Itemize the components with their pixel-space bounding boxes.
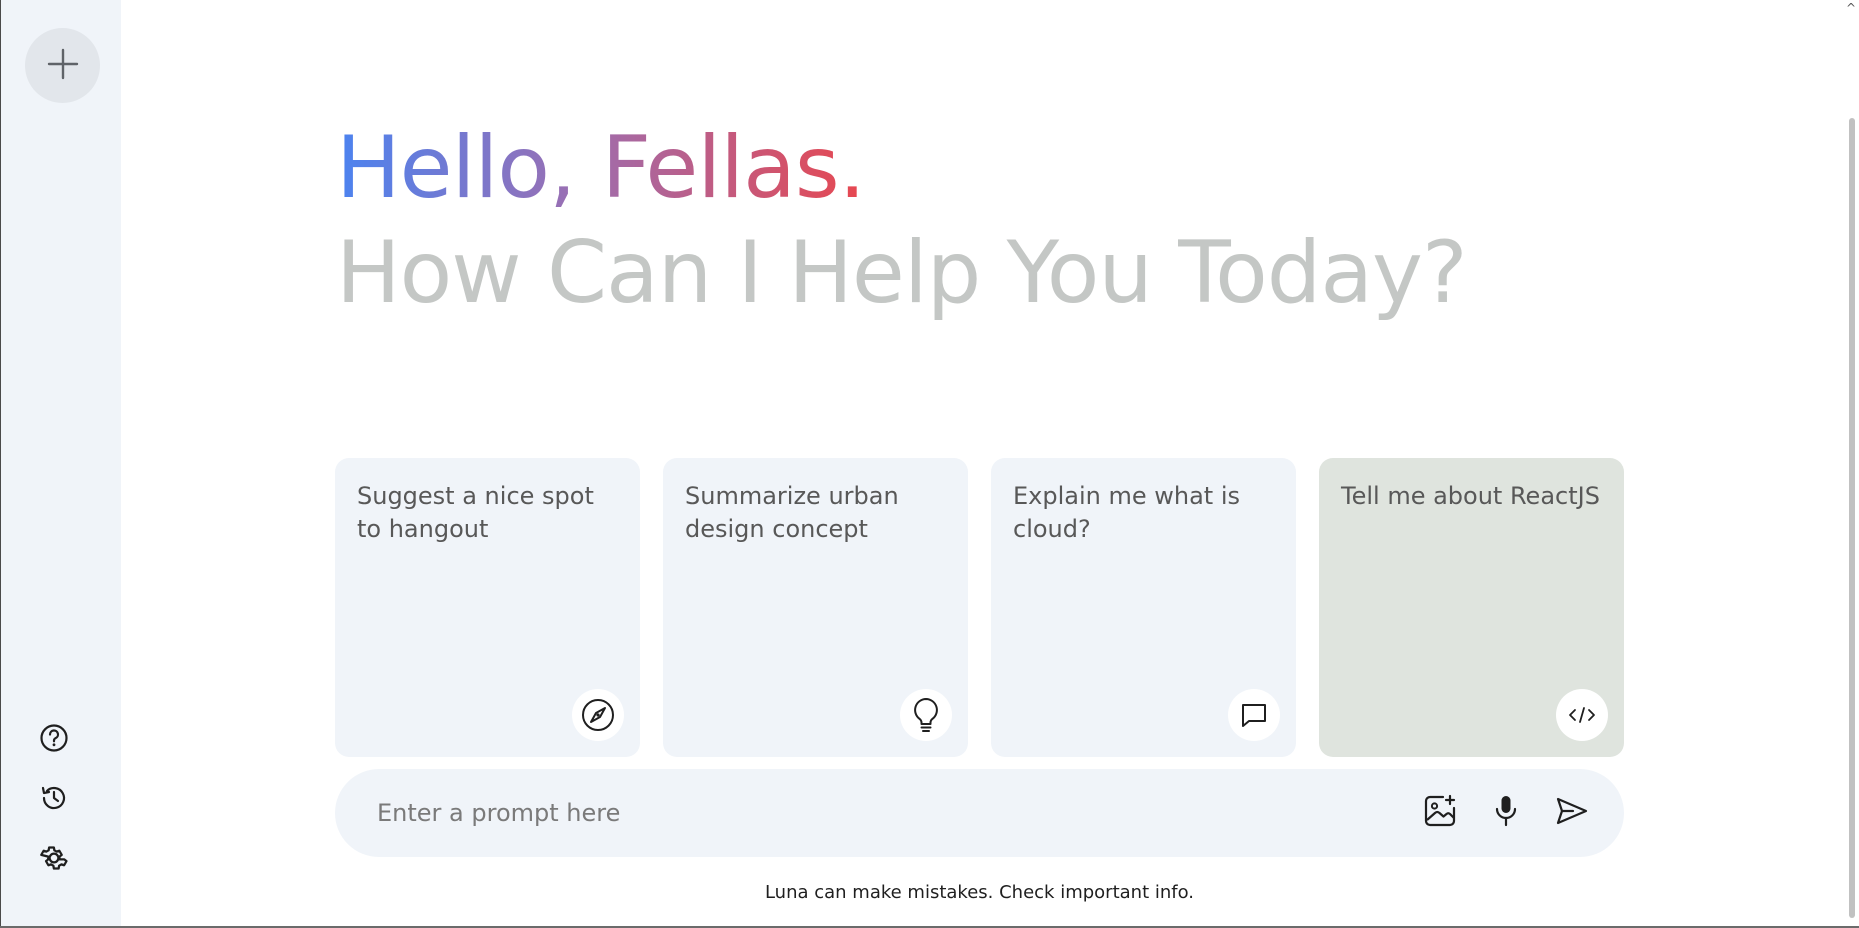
suggestion-cards: Suggest a nice spot to hangout Summarize…	[335, 458, 1624, 757]
add-image-button[interactable]	[1422, 793, 1458, 833]
help-icon	[39, 723, 69, 757]
mic-button[interactable]	[1488, 795, 1524, 831]
greeting-subtitle: How Can I Help You Today?	[336, 223, 1468, 323]
prompt-actions	[1422, 793, 1590, 833]
greeting: Hello, Fellas. How Can I Help You Today?	[336, 116, 1468, 326]
disclaimer: Luna can make mistakes. Check important …	[764, 882, 1195, 903]
scrollbar[interactable]: ^	[1843, 0, 1859, 928]
send-button[interactable]	[1554, 795, 1590, 831]
app-root: Hello, Fellas. How Can I Help You Today?…	[0, 0, 1859, 928]
history-button[interactable]	[39, 785, 69, 815]
new-chat-button[interactable]	[25, 28, 100, 103]
message-icon	[1228, 689, 1280, 741]
compass-icon	[572, 689, 624, 741]
bulb-icon	[900, 689, 952, 741]
mic-icon	[1493, 794, 1519, 832]
card-text: Suggest a nice spot to hangout	[357, 482, 594, 543]
prompt-input[interactable]	[375, 798, 1422, 828]
main-area: Hello, Fellas. How Can I Help You Today?…	[121, 0, 1859, 928]
send-icon	[1555, 796, 1589, 830]
suggestion-card-urban-design[interactable]: Summarize urban design concept	[663, 458, 968, 757]
suggestion-card-reactjs[interactable]: Tell me about ReactJS	[1319, 458, 1624, 757]
card-text: Explain me what is cloud?	[1013, 482, 1241, 543]
plus-icon	[46, 47, 80, 85]
card-text: Summarize urban design concept	[685, 482, 899, 543]
code-icon	[1556, 689, 1608, 741]
settings-button[interactable]	[39, 845, 69, 875]
suggestion-card-hangout[interactable]: Suggest a nice spot to hangout	[335, 458, 640, 757]
scroll-thumb[interactable]	[1849, 118, 1855, 918]
suggestion-card-cloud[interactable]: Explain me what is cloud?	[991, 458, 1296, 757]
gear-icon	[39, 843, 69, 877]
scroll-up-icon[interactable]: ^	[1846, 2, 1856, 14]
history-icon	[39, 783, 69, 817]
help-button[interactable]	[39, 723, 69, 757]
sidebar	[0, 0, 121, 928]
greeting-hello: Hello, Fellas.	[336, 116, 866, 221]
prompt-bar	[335, 769, 1624, 857]
image-add-icon	[1422, 793, 1458, 833]
card-text: Tell me about ReactJS	[1341, 482, 1600, 510]
